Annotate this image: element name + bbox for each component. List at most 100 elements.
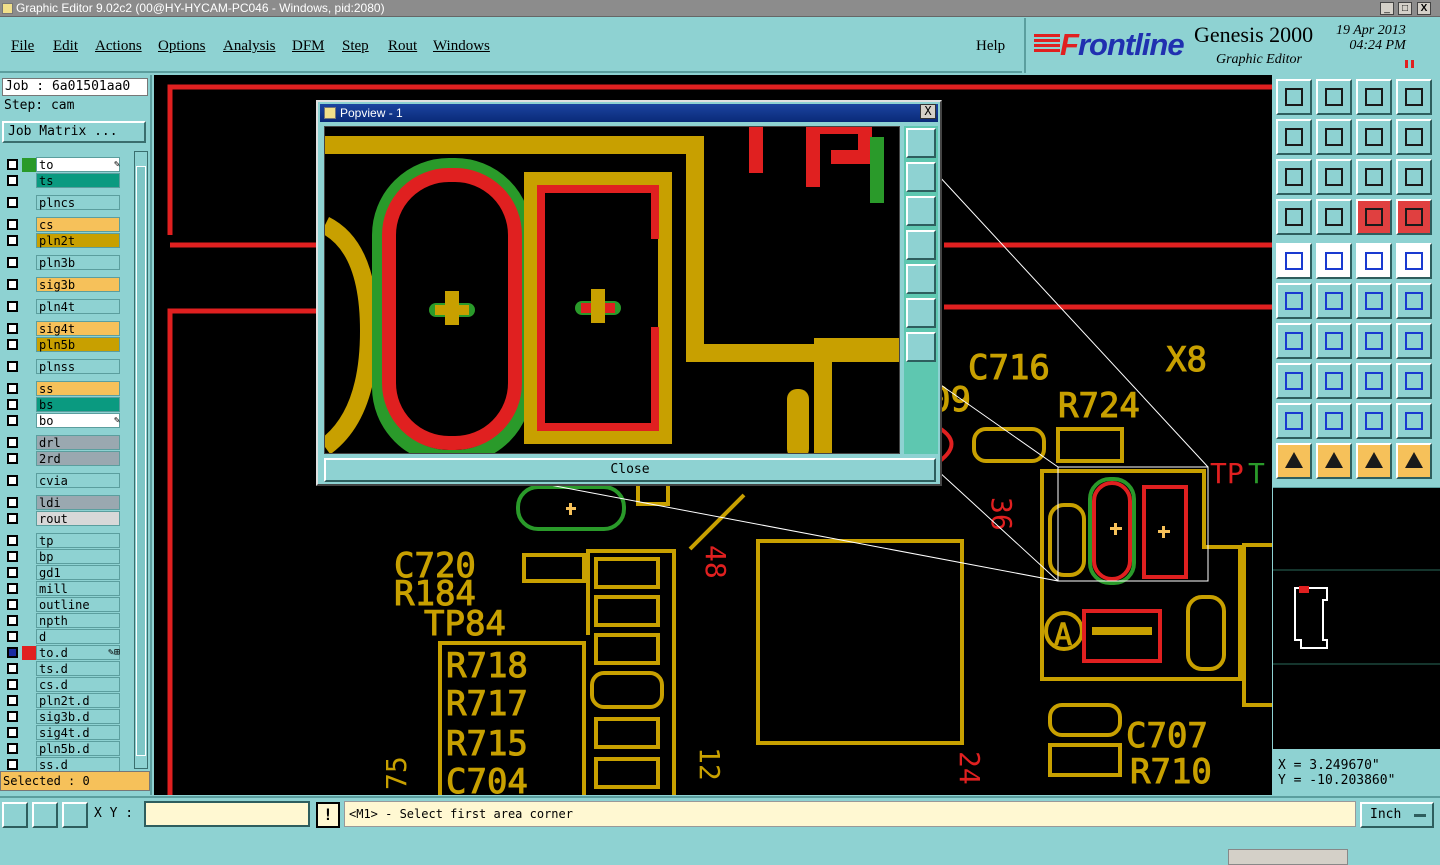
- layer-row-to[interactable]: to ✎: [2, 157, 122, 172]
- pointer-icon[interactable]: [1276, 443, 1312, 479]
- fit-icon[interactable]: [1276, 159, 1312, 195]
- redo-icon[interactable]: [1396, 119, 1432, 155]
- route-icon[interactable]: [1396, 443, 1432, 479]
- popview-close-icon[interactable]: X: [920, 104, 936, 119]
- layer-color-swatch[interactable]: [22, 646, 36, 660]
- line-icon[interactable]: [1276, 323, 1312, 359]
- layer-name[interactable]: cvia: [36, 473, 120, 488]
- layer-row-pln5b-d[interactable]: pln5b.d: [2, 741, 122, 756]
- layer-row-bo[interactable]: bo ✎: [2, 413, 122, 428]
- layer-name[interactable]: d: [36, 629, 120, 644]
- minimize-button[interactable]: _: [1380, 2, 1394, 15]
- layer-row-to-d[interactable]: to.d ✎⊞: [2, 645, 122, 660]
- layer-row-cvia[interactable]: cvia: [2, 473, 122, 488]
- layer-checkbox[interactable]: [7, 339, 18, 350]
- layer-row-sig4t[interactable]: sig4t: [2, 321, 122, 336]
- layer-checkbox[interactable]: [7, 399, 18, 410]
- layer-checkbox[interactable]: [7, 599, 18, 610]
- layer-color-swatch[interactable]: [22, 436, 36, 450]
- job-matrix-button[interactable]: Job Matrix ...: [2, 121, 146, 143]
- pause-icon[interactable]: [1405, 60, 1414, 68]
- triangle-alt-icon[interactable]: [1316, 403, 1352, 439]
- layer-color-swatch[interactable]: [22, 414, 36, 428]
- layer-name[interactable]: to: [36, 157, 120, 172]
- layer-color-swatch[interactable]: [22, 382, 36, 396]
- pointer-orange-icon[interactable]: [1356, 443, 1392, 479]
- layer-checkbox[interactable]: [7, 383, 18, 394]
- pointer-red-icon[interactable]: [1316, 443, 1352, 479]
- layer-name[interactable]: bp: [36, 549, 120, 564]
- layer-row-drl[interactable]: drl: [2, 435, 122, 450]
- layer-color-swatch[interactable]: [22, 196, 36, 210]
- layer-color-swatch[interactable]: [22, 496, 36, 510]
- layer-checkbox[interactable]: [7, 219, 18, 230]
- fill-alt-icon[interactable]: [1396, 403, 1432, 439]
- pad-add-icon[interactable]: [1276, 363, 1312, 399]
- layer-color-swatch[interactable]: [22, 474, 36, 488]
- layer-name[interactable]: pln3b: [36, 255, 120, 270]
- ruler-icon[interactable]: [1356, 243, 1392, 279]
- layer-name[interactable]: rout: [36, 511, 120, 526]
- layer-checkbox[interactable]: [7, 695, 18, 706]
- layer-row-mill[interactable]: mill: [2, 581, 122, 596]
- layer-name[interactable]: ts: [36, 173, 120, 188]
- menu-dfm[interactable]: DFM: [292, 38, 325, 55]
- layer-row-outline[interactable]: outline: [2, 597, 122, 612]
- layer-color-swatch[interactable]: [22, 256, 36, 270]
- layer-checkbox[interactable]: [7, 631, 18, 642]
- layer-checkbox[interactable]: [7, 583, 18, 594]
- layer-name[interactable]: ss: [36, 381, 120, 396]
- layer-name[interactable]: sig4t.d: [36, 725, 120, 740]
- layer-row-d[interactable]: d: [2, 629, 122, 644]
- layer-checkbox[interactable]: [7, 159, 18, 170]
- layer-name[interactable]: pln4t: [36, 299, 120, 314]
- cut-icon[interactable]: [1316, 363, 1352, 399]
- layer-color-swatch[interactable]: [22, 630, 36, 644]
- layer-color-swatch[interactable]: [22, 614, 36, 628]
- menu-options[interactable]: Options: [158, 38, 206, 55]
- measure-icon[interactable]: [1276, 199, 1312, 235]
- layer-checkbox[interactable]: [7, 279, 18, 290]
- layer-checkbox[interactable]: [7, 727, 18, 738]
- layer-checkbox[interactable]: [7, 301, 18, 312]
- layer-row-ts[interactable]: ts: [2, 173, 122, 188]
- text-icon[interactable]: [1396, 323, 1432, 359]
- popview-center-icon[interactable]: [906, 332, 936, 362]
- layer-row-plnss[interactable]: plnss: [2, 359, 122, 374]
- delete-icon[interactable]: [1316, 283, 1352, 319]
- layer-checkbox[interactable]: [7, 415, 18, 426]
- layer-row-npth[interactable]: npth: [2, 613, 122, 628]
- layer-checkbox[interactable]: [7, 535, 18, 546]
- layer-checkbox[interactable]: [7, 175, 18, 186]
- layer-color-swatch[interactable]: [22, 550, 36, 564]
- home-icon[interactable]: [1356, 79, 1392, 115]
- layer-color-swatch[interactable]: [22, 338, 36, 352]
- window-icon[interactable]: [1396, 79, 1432, 115]
- layer-checkbox[interactable]: [7, 679, 18, 690]
- layer-color-swatch[interactable]: [22, 598, 36, 612]
- layer-color-swatch[interactable]: [22, 158, 36, 172]
- fill-icon[interactable]: [1356, 403, 1392, 439]
- layer-name[interactable]: pln2t.d: [36, 693, 120, 708]
- layers-alt-icon[interactable]: [1396, 199, 1432, 235]
- layer-name[interactable]: sig3b: [36, 277, 120, 292]
- layer-name[interactable]: ss.d: [36, 757, 120, 772]
- layer-color-swatch[interactable]: [22, 678, 36, 692]
- layer-name[interactable]: outline: [36, 597, 120, 612]
- popview-pan-down-icon[interactable]: [906, 196, 936, 226]
- layer-checkbox[interactable]: [7, 257, 18, 268]
- layer-name[interactable]: sig3b.d: [36, 709, 120, 724]
- layer-checkbox[interactable]: [7, 551, 18, 562]
- layer-checkbox[interactable]: [7, 711, 18, 722]
- layer-name[interactable]: ts.d: [36, 661, 120, 676]
- layer-row-sig3b-d[interactable]: sig3b.d: [2, 709, 122, 724]
- execute-button[interactable]: !: [316, 802, 340, 828]
- layer-row-bs[interactable]: bs: [2, 397, 122, 412]
- menu-windows[interactable]: Windows: [433, 38, 490, 55]
- layer-row-gd1[interactable]: gd1: [2, 565, 122, 580]
- pan-right-icon[interactable]: [1316, 119, 1352, 155]
- menu-rout[interactable]: Rout: [388, 38, 417, 55]
- layer-name[interactable]: plncs: [36, 195, 120, 210]
- layer-row-pln2t-d[interactable]: pln2t.d: [2, 693, 122, 708]
- zoom-home-icon[interactable]: [1276, 79, 1312, 115]
